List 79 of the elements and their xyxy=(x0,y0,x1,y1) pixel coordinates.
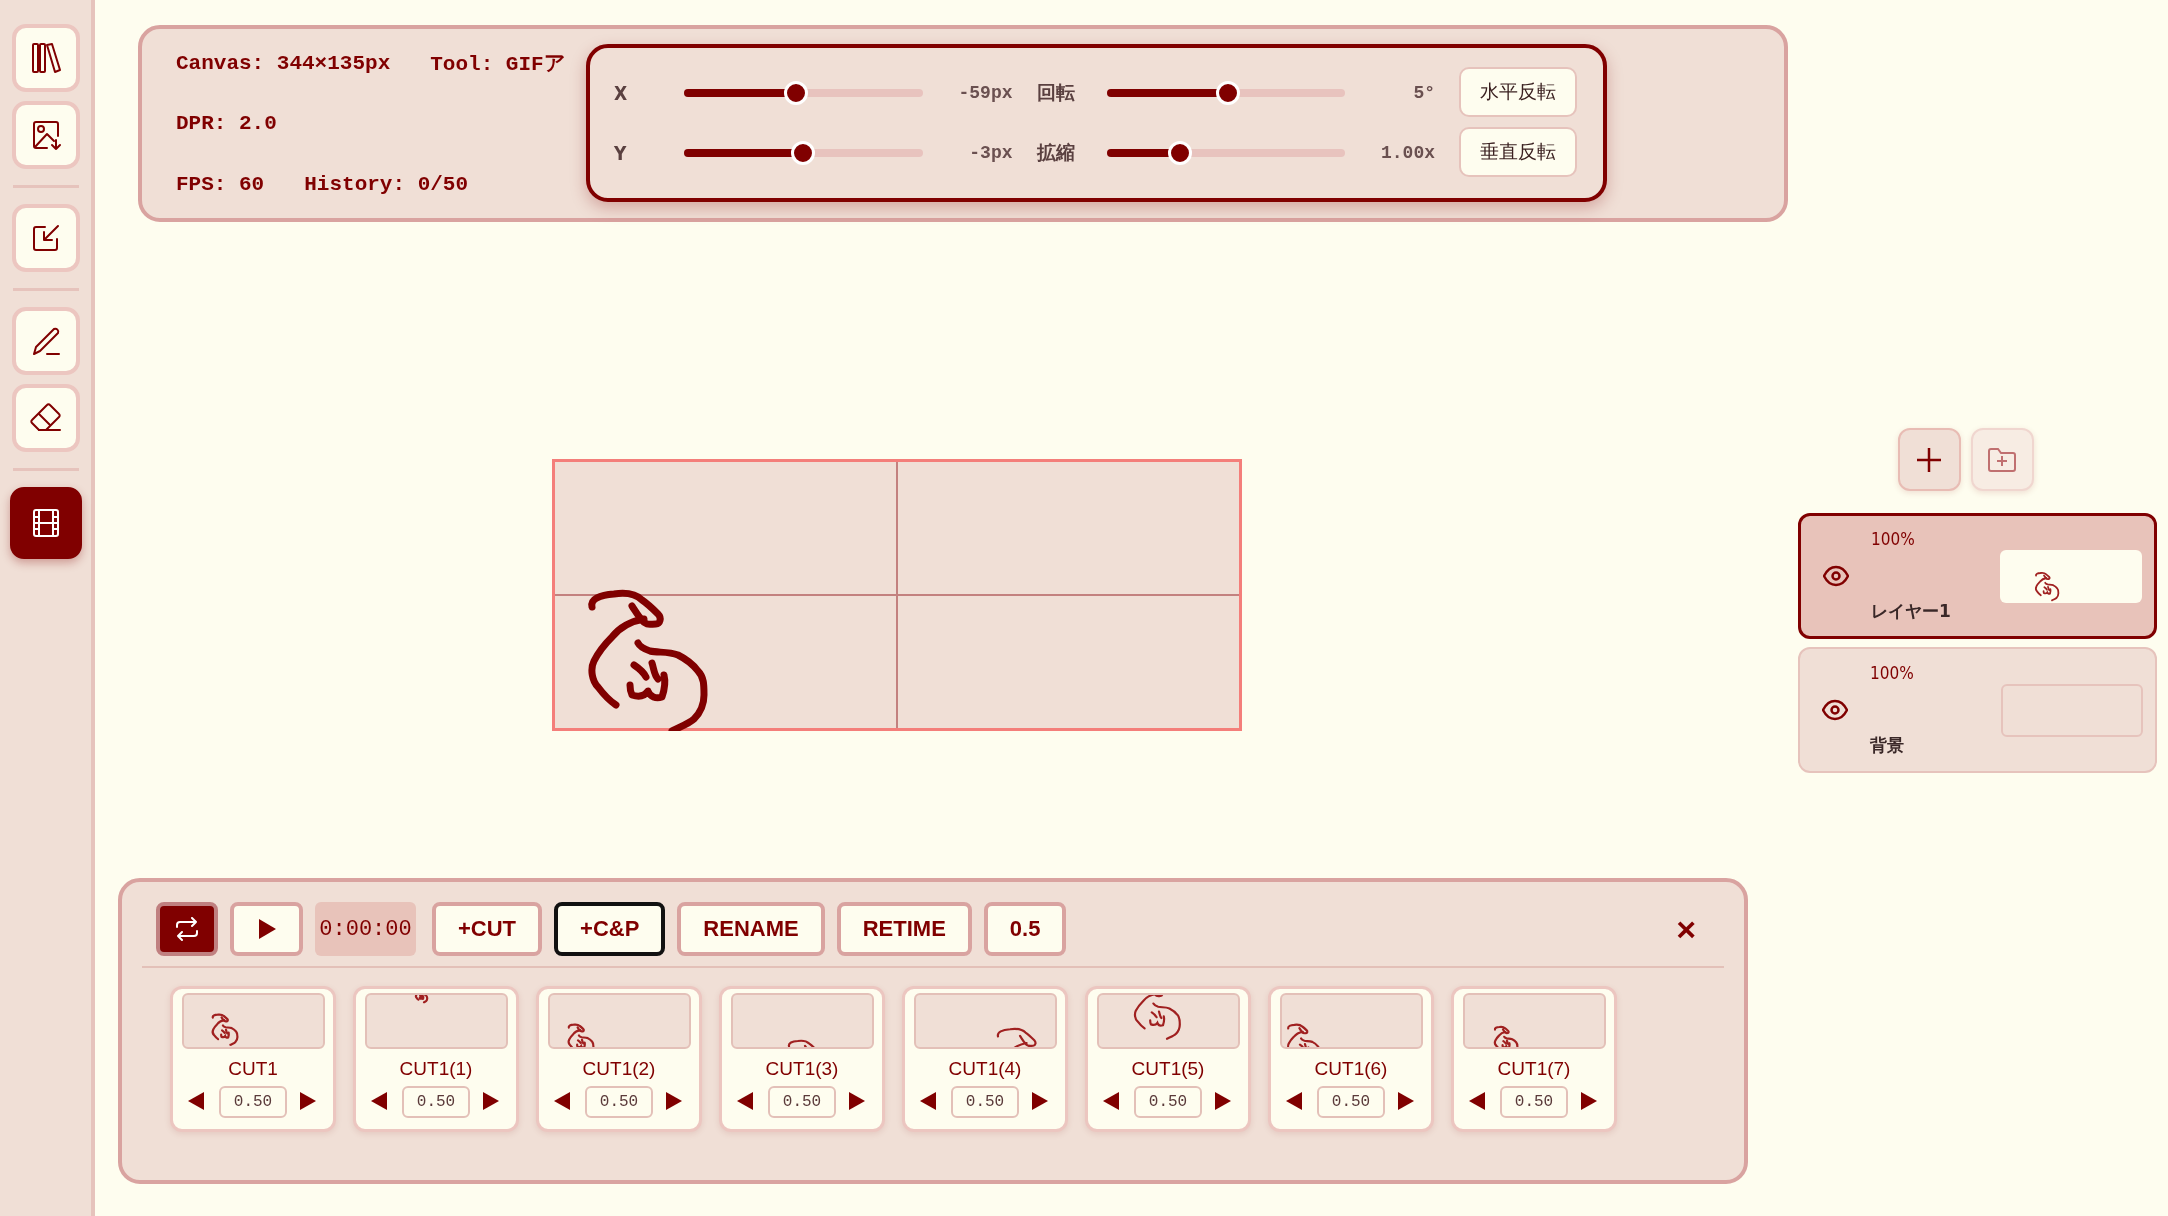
eraser-tool-button[interactable] xyxy=(11,384,80,452)
decrease-button[interactable] xyxy=(736,1091,756,1113)
duration-field[interactable]: 0.50 xyxy=(1134,1086,1202,1118)
duration-field[interactable]: 0.50 xyxy=(219,1086,287,1118)
duration-field[interactable]: 0.50 xyxy=(585,1086,653,1118)
decrease-button[interactable] xyxy=(1285,1091,1305,1113)
duration-field[interactable]: 0.50 xyxy=(1500,1086,1568,1118)
cut-card[interactable]: CUT1(1) 0.50 xyxy=(353,986,519,1132)
cut-name: CUT1(3) xyxy=(765,1058,839,1080)
duration-field[interactable]: 0.50 xyxy=(402,1086,470,1118)
layer-opacity: 100% xyxy=(1870,663,1915,683)
slider-value: 5° xyxy=(1412,83,1435,103)
tool-text: Tool: GIFア xyxy=(430,52,566,77)
cut-name: CUT1(2) xyxy=(582,1058,656,1080)
timeline-button[interactable]: RETIME xyxy=(836,902,972,956)
slider-label: X xyxy=(614,82,629,104)
cut-name: CUT1(6) xyxy=(1314,1058,1388,1080)
timeline-button[interactable]: +C&P xyxy=(554,902,666,956)
timeline-button[interactable]: +CUT xyxy=(432,902,543,956)
slider-label: 拡縮 xyxy=(1036,140,1076,165)
slider-thumb[interactable] xyxy=(784,81,809,105)
export-button[interactable] xyxy=(11,204,80,272)
layer-name: レイヤー1 xyxy=(1871,600,1952,623)
timeline-button[interactable]: RENAME xyxy=(677,902,825,956)
import-image-button[interactable] xyxy=(11,101,80,169)
slider-thumb[interactable] xyxy=(1168,141,1193,165)
decrease-button[interactable] xyxy=(1102,1091,1122,1113)
visibility-toggle[interactable] xyxy=(1823,563,1849,589)
time-display: 0:00:00 xyxy=(315,902,416,956)
duration-field[interactable]: 0.50 xyxy=(1317,1086,1385,1118)
cut-name: CUT1(5) xyxy=(1131,1058,1205,1080)
play-button[interactable] xyxy=(230,902,303,956)
layer-opacity: 100% xyxy=(1871,529,1916,549)
cut-card[interactable]: CUT1 0.50 xyxy=(170,986,336,1132)
dpr-text: DPR: 2.0 xyxy=(176,112,277,135)
add-folder-button[interactable] xyxy=(1970,428,2034,491)
decrease-button[interactable] xyxy=(553,1091,573,1113)
folder-plus-icon xyxy=(1987,446,2017,473)
add-layer-button[interactable] xyxy=(1897,428,1961,491)
decrease-button[interactable] xyxy=(187,1091,207,1113)
cut-card[interactable]: CUT1(5) 0.50 xyxy=(1085,986,1251,1132)
pen-tool-button[interactable] xyxy=(11,307,80,375)
cut-card[interactable]: CUT1(2) 0.50 xyxy=(536,986,702,1132)
loop-button[interactable] xyxy=(156,902,218,956)
cut-card[interactable]: CUT1(3) 0.50 xyxy=(719,986,885,1132)
fps-text: FPS: 60 xyxy=(176,172,265,196)
flip-button[interactable]: 垂直反転 xyxy=(1459,127,1577,177)
canvas-size-text: Canvas: 344×135px xyxy=(176,51,391,75)
flip-button[interactable]: 水平反転 xyxy=(1459,67,1577,117)
timeline-button[interactable]: 0.5 xyxy=(983,902,1067,956)
repeat-icon xyxy=(173,917,201,941)
cut-card[interactable]: CUT1(4) 0.50 xyxy=(902,986,1068,1132)
slider-label: 回転 xyxy=(1036,80,1076,105)
layer-name: 背景 xyxy=(1870,734,1905,757)
cut-card[interactable]: CUT1(6) 0.50 xyxy=(1268,986,1434,1132)
slider-value: -59px xyxy=(957,83,1013,103)
cut-card[interactable]: CUT1(7) 0.50 xyxy=(1451,986,1617,1132)
slider-thumb[interactable] xyxy=(791,141,816,165)
history-text: History: 0/50 xyxy=(304,172,469,196)
slider-value: 1.00x xyxy=(1380,143,1435,163)
slider-label: Y xyxy=(614,142,628,164)
layer-item[interactable]: 100% 背景 xyxy=(1798,647,2157,773)
cut-name: CUT1 xyxy=(228,1058,278,1080)
slider-thumb[interactable] xyxy=(1216,81,1241,105)
close-button[interactable]: × xyxy=(1670,912,1702,946)
cut-name: CUT1(1) xyxy=(399,1058,473,1080)
decrease-button[interactable] xyxy=(1468,1091,1488,1113)
duration-field[interactable]: 0.50 xyxy=(951,1086,1019,1118)
cut-name: CUT1(4) xyxy=(948,1058,1022,1080)
cut-name: CUT1(7) xyxy=(1497,1058,1571,1080)
layer-item[interactable]: 100% レイヤー1 xyxy=(1798,513,2157,639)
library-button[interactable] xyxy=(11,24,80,92)
play-icon xyxy=(256,918,277,940)
animation-button[interactable] xyxy=(9,487,82,559)
visibility-toggle[interactable] xyxy=(1822,697,1848,723)
decrease-button[interactable] xyxy=(919,1091,939,1113)
duration-field[interactable]: 0.50 xyxy=(768,1086,836,1118)
decrease-button[interactable] xyxy=(370,1091,390,1113)
slider-value: -3px xyxy=(968,143,1013,163)
